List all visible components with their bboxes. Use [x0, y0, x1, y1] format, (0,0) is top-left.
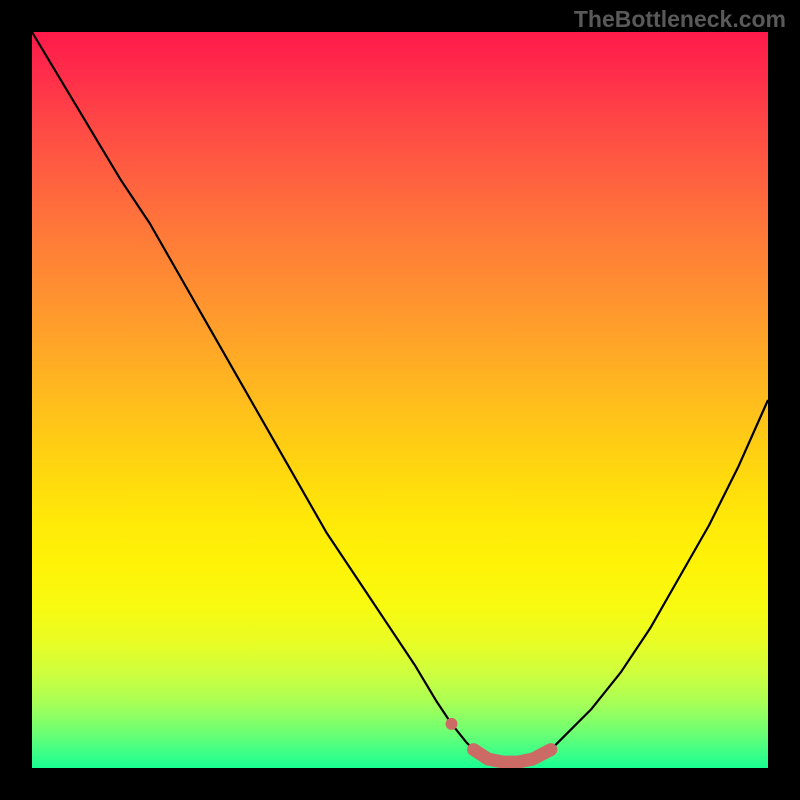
bottleneck-curve — [32, 32, 768, 764]
chart-svg — [32, 32, 768, 768]
optimal-zone-marker — [474, 750, 551, 763]
watermark: TheBottleneck.com — [574, 6, 786, 33]
plot-area — [32, 32, 768, 768]
optimal-zone-dot — [446, 718, 458, 730]
chart-container: TheBottleneck.com — [0, 0, 800, 800]
